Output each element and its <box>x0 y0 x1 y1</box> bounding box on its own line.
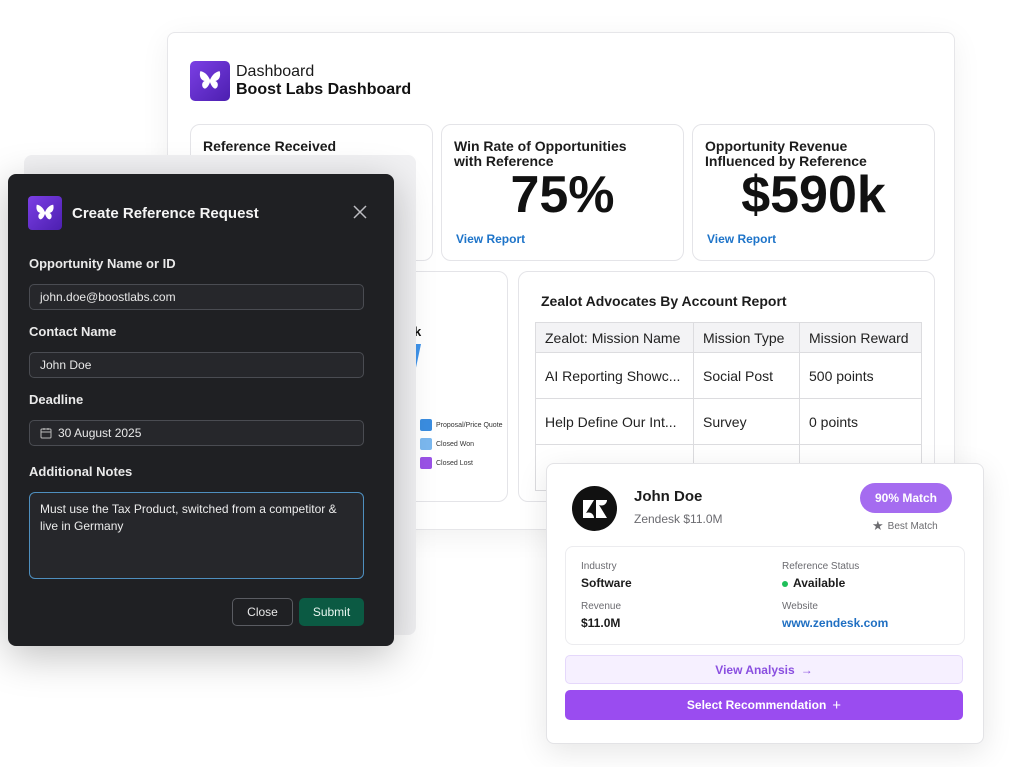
select-recommendation-label: Select Recommendation <box>686 698 827 712</box>
column-header[interactable]: Mission Reward <box>799 322 922 353</box>
details-panel: Industry Software Reference Status Avail… <box>565 546 965 645</box>
table-cell: 500 points <box>799 352 922 399</box>
table-row[interactable]: AI Reporting Showc... Social Post 500 po… <box>535 352 922 399</box>
win-rate-card: Win Rate of Opportunities with Reference… <box>441 124 684 261</box>
stage: Dashboard Boost Labs Dashboard Reference… <box>0 0 1024 767</box>
modal-title: Create Reference Request <box>72 204 259 222</box>
table-cell: AI Reporting Showc... <box>535 352 694 399</box>
opportunity-label: Opportunity Name or ID <box>29 256 176 271</box>
legend-item: Closed Lost <box>420 457 473 469</box>
best-match-tag: ★ Best Match <box>872 518 938 534</box>
select-recommendation-button[interactable]: Select Recommendation + <box>565 690 963 720</box>
butterfly-logo-icon <box>28 196 62 230</box>
company-info: Zendesk $11.0M <box>634 512 723 526</box>
view-report-link[interactable]: View Report <box>707 232 776 246</box>
plus-icon: + <box>832 696 842 714</box>
zendesk-logo-icon <box>572 486 617 531</box>
view-analysis-button[interactable]: View Analysis → <box>565 655 963 684</box>
column-header[interactable]: Zealot: Mission Name <box>535 322 694 353</box>
deadline-input[interactable]: 30 August 2025 <box>29 420 364 446</box>
view-analysis-label: View Analysis <box>715 662 795 677</box>
star-icon: ★ <box>872 518 884 533</box>
arrow-right-icon: → <box>800 662 813 677</box>
revenue-label: Revenue <box>581 601 622 612</box>
industry-value: Software <box>581 576 632 590</box>
website-label: Website <box>782 601 818 612</box>
close-button[interactable]: Close <box>232 598 293 626</box>
legend-swatch <box>420 457 432 469</box>
table-cell: 0 points <box>799 398 922 445</box>
deadline-label: Deadline <box>29 392 84 407</box>
contact-input[interactable]: John Doe <box>29 352 364 378</box>
revenue-value: $11.0M <box>581 616 621 630</box>
butterfly-logo-icon <box>190 61 230 101</box>
win-rate-value: 75% <box>510 166 615 224</box>
dashboard-subtitle: Dashboard <box>236 62 315 80</box>
legend-item: Closed Won <box>420 438 474 450</box>
view-report-link[interactable]: View Report <box>456 232 525 246</box>
close-icon[interactable] <box>352 204 368 220</box>
submit-button[interactable]: Submit <box>299 598 364 626</box>
legend-label: Closed Lost <box>436 459 473 467</box>
notes-textarea[interactable]: Must use the Tax Product, switched from … <box>29 492 364 579</box>
industry-label: Industry <box>581 561 617 572</box>
legend-label: Proposal/Price Quote <box>436 421 503 429</box>
column-header[interactable]: Mission Type <box>693 322 800 353</box>
best-match-label: Best Match <box>887 520 938 532</box>
table-cell: Help Define Our Int... <box>535 398 694 445</box>
create-reference-modal: Create Reference Request Opportunity Nam… <box>8 174 394 646</box>
legend-label: Closed Won <box>436 440 475 448</box>
notes-label: Additional Notes <box>29 464 133 479</box>
table-cell: Social Post <box>693 352 800 399</box>
status-label: Reference Status <box>782 561 860 572</box>
opportunity-input[interactable]: john.doe@boostlabs.com <box>29 284 364 310</box>
status-dot <box>782 580 788 587</box>
modal-header: Create Reference Request <box>28 196 259 230</box>
legend-swatch <box>420 419 432 431</box>
legend-swatch <box>420 438 432 450</box>
revenue-value: $590k <box>741 166 886 224</box>
recommendation-card: John Doe Zendesk $11.0M 90% Match ★ Best… <box>546 463 984 744</box>
table-row[interactable]: Help Define Our Int... Survey 0 points <box>535 398 922 445</box>
card-title: Win Rate of Opportunities with Reference <box>454 138 627 169</box>
status-text: Available <box>793 576 846 590</box>
contact-name: John Doe <box>634 488 703 505</box>
dashboard-title: Boost Labs Dashboard <box>236 81 412 98</box>
match-badge: 90% Match <box>860 483 952 513</box>
deadline-value: 30 August 2025 <box>58 426 142 440</box>
dashboard-header: Dashboard Boost Labs Dashboard <box>190 61 411 101</box>
card-title: Opportunity Revenue Influenced by Refere… <box>705 138 867 169</box>
website-link[interactable]: www.zendesk.com <box>782 616 888 630</box>
status-value: Available <box>782 576 845 590</box>
legend-item: Proposal/Price Quote <box>420 419 503 431</box>
card-title: Reference Received <box>203 138 337 154</box>
table-header-row: Zealot: Mission Name Mission Type Missio… <box>535 322 922 353</box>
calendar-icon <box>40 428 52 439</box>
card-title: Zealot Advocates By Account Report <box>541 293 787 309</box>
revenue-card: Opportunity Revenue Influenced by Refere… <box>692 124 935 261</box>
table-cell: Survey <box>693 398 800 445</box>
contact-label: Contact Name <box>29 324 117 339</box>
